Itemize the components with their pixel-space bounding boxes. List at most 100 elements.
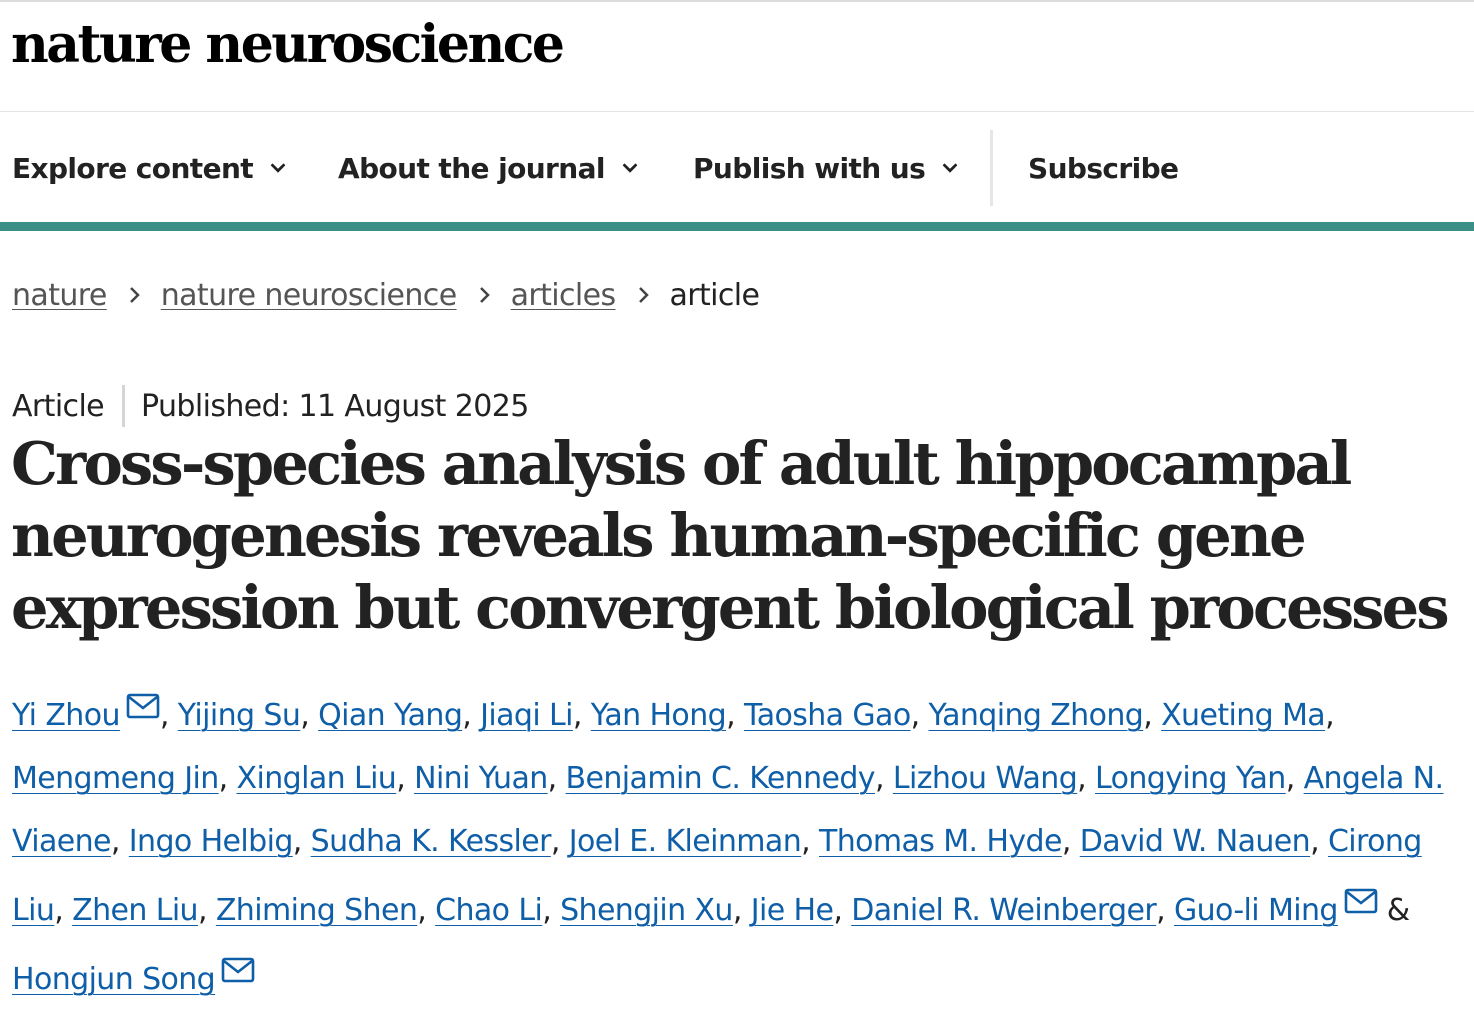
author-link[interactable]: Jie He: [751, 893, 834, 928]
nav-subscribe[interactable]: Subscribe: [1028, 130, 1179, 206]
nav-item-label: Subscribe: [1028, 151, 1179, 185]
author-separator: ,: [159, 698, 178, 733]
author-item: Zhen Liu,: [72, 893, 216, 928]
author-item: Zhiming Shen,: [216, 893, 435, 928]
nav-explore-content[interactable]: Explore content: [12, 130, 289, 206]
author-item: Qian Yang,: [318, 698, 480, 733]
author-link[interactable]: Longying Yan: [1095, 761, 1286, 796]
author-separator: ,: [218, 761, 237, 796]
author-separator: ,: [462, 698, 481, 733]
author-separator: ,: [1061, 824, 1080, 859]
breadcrumb: nature nature neuroscience articles arti…: [12, 274, 761, 316]
author-item: Sudha K. Kessler,: [311, 824, 569, 859]
author-separator: ,: [396, 761, 415, 796]
author-separator: ,: [110, 824, 129, 859]
nav-item-label: Publish with us: [693, 151, 926, 185]
author-item: Jiaqi Li,: [480, 698, 591, 733]
author-separator: ,: [1325, 698, 1335, 733]
author-item: Taosha Gao,: [744, 698, 929, 733]
author-item: Chao Li,: [435, 893, 560, 928]
author-link[interactable]: Chao Li: [435, 893, 543, 928]
author-item: Yi Zhou,: [12, 693, 178, 733]
author-separator: ,: [874, 761, 893, 796]
author-separator: ,: [300, 698, 319, 733]
author-link[interactable]: Yijing Su: [178, 698, 301, 733]
author-separator: ,: [417, 893, 436, 928]
chevron-down-icon: [942, 163, 958, 173]
author-separator: ,: [726, 698, 744, 733]
journal-logo[interactable]: nature neuroscience: [11, 14, 565, 76]
author-item: Yijing Su,: [178, 698, 318, 733]
author-link[interactable]: Taosha Gao: [744, 698, 911, 733]
author-separator: ,: [1285, 761, 1304, 796]
mail-icon[interactable]: [221, 942, 255, 983]
author-link[interactable]: Yanqing Zhong: [928, 698, 1143, 733]
author-link[interactable]: Zhiming Shen: [216, 893, 418, 928]
author-separator: ,: [547, 761, 566, 796]
author-link[interactable]: Shengjin Xu: [560, 893, 733, 928]
author-separator: ,: [197, 893, 216, 928]
author-separator: ,: [910, 698, 929, 733]
author-item: Joel E. Kleinman,: [569, 824, 819, 859]
author-item: Daniel R. Weinberger,: [851, 893, 1174, 928]
author-separator: ,: [1077, 761, 1096, 796]
author-item: Nini Yuan,: [414, 761, 565, 796]
author-link[interactable]: Zhen Liu: [72, 893, 198, 928]
published-date: Published: 11 August 2025: [141, 388, 529, 424]
author-item: Ingo Helbig,: [129, 824, 311, 859]
author-item: Guo-li Ming &: [1174, 888, 1410, 928]
top-border: [0, 0, 1474, 2]
author-link[interactable]: Hongjun Song: [12, 962, 216, 997]
breadcrumb-articles[interactable]: articles: [511, 278, 617, 313]
author-separator: ,: [1310, 824, 1328, 859]
mail-icon[interactable]: [1344, 873, 1378, 914]
nav-item-label: About the journal: [338, 151, 605, 185]
nav-about-the-journal[interactable]: About the journal: [338, 130, 641, 206]
author-link[interactable]: Guo-li Ming: [1174, 893, 1338, 928]
author-link[interactable]: Sudha K. Kessler: [311, 824, 552, 859]
chevron-right-icon: [127, 283, 143, 307]
accent-bar: [0, 222, 1474, 231]
breadcrumb-nature[interactable]: nature: [12, 278, 107, 313]
author-link[interactable]: Lizhou Wang: [893, 761, 1078, 796]
author-link[interactable]: Ingo Helbig: [129, 824, 294, 859]
author-item: Jie He,: [751, 893, 851, 928]
author-item: Shengjin Xu,: [560, 893, 751, 928]
article-meta: Article Published: 11 August 2025: [12, 384, 529, 428]
author-link[interactable]: Daniel R. Weinberger: [851, 893, 1156, 928]
nav-publish-with-us[interactable]: Publish with us: [693, 130, 961, 206]
author-list: Yi Zhou, Yijing Su, Qian Yang, Jiaqi Li,…: [12, 678, 1474, 1011]
author-separator: ,: [1143, 698, 1162, 733]
author-item: Mengmeng Jin,: [12, 761, 237, 796]
author-separator: ,: [732, 893, 751, 928]
author-item: David W. Nauen,: [1080, 824, 1328, 859]
author-link[interactable]: Xinglan Liu: [237, 761, 397, 796]
author-link[interactable]: Joel E. Kleinman: [569, 824, 802, 859]
author-separator: ,: [801, 824, 819, 859]
article-type: Article: [12, 388, 105, 424]
nav-divider: [990, 130, 993, 206]
author-separator: ,: [550, 824, 569, 859]
author-link[interactable]: Yan Hong: [591, 698, 727, 733]
mail-icon[interactable]: [126, 678, 160, 719]
author-link[interactable]: Mengmeng Jin: [12, 761, 219, 796]
meta-divider: [122, 385, 126, 427]
author-separator: ,: [54, 893, 73, 928]
author-item: Hongjun Song: [12, 957, 255, 997]
author-link[interactable]: Jiaqi Li: [480, 698, 573, 733]
author-link[interactable]: David W. Nauen: [1080, 824, 1311, 859]
chevron-right-icon: [636, 283, 652, 307]
breadcrumb-current: article: [669, 277, 761, 313]
author-link[interactable]: Benjamin C. Kennedy: [566, 761, 876, 796]
chevron-down-icon: [622, 163, 638, 173]
author-item: Yanqing Zhong,: [928, 698, 1161, 733]
author-item: Thomas M. Hyde,: [819, 824, 1080, 859]
author-separator: ,: [1156, 893, 1174, 928]
author-link[interactable]: Yi Zhou: [12, 698, 120, 733]
author-separator: &: [1377, 893, 1410, 928]
author-link[interactable]: Qian Yang: [318, 698, 463, 733]
breadcrumb-nature-neuroscience[interactable]: nature neuroscience: [161, 278, 457, 313]
author-link[interactable]: Xueting Ma: [1161, 698, 1326, 733]
author-link[interactable]: Thomas M. Hyde: [819, 824, 1062, 859]
author-link[interactable]: Nini Yuan: [414, 761, 548, 796]
